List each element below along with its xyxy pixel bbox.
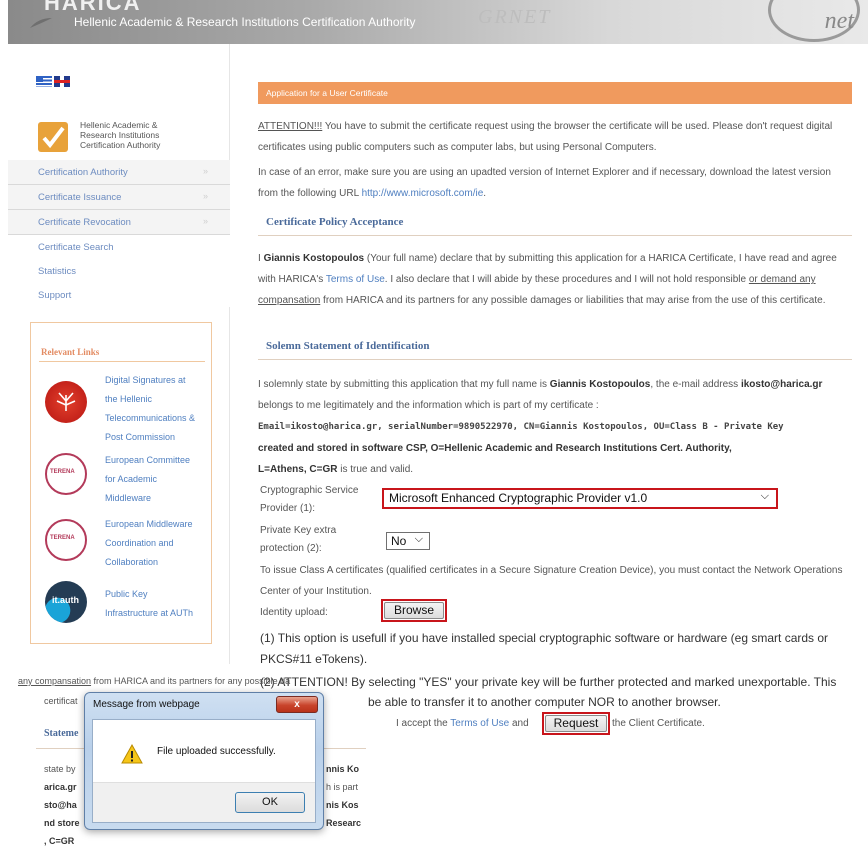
sidebar-item-certificate-search[interactable]: Certificate Search	[8, 235, 230, 259]
ghost-line-1: any compansation from HARICA and its par…	[18, 676, 291, 686]
chevron-right-icon: »	[202, 191, 208, 201]
ghost-text: state by	[44, 764, 76, 774]
chevron-down-icon: ⌵	[760, 490, 769, 502]
ghost-text: nis Kos	[326, 800, 359, 810]
dialog-footer: OK	[93, 782, 315, 822]
solemn-heading: Solemn Statement of Identification	[258, 338, 852, 360]
page: HARICA Hellenic Academic & Research Inst…	[0, 0, 868, 854]
private-key-label: Private Key extra protection (2):	[260, 525, 337, 554]
feather-icon	[30, 18, 52, 28]
accept-line-end: the Client Certificate.	[612, 718, 705, 729]
greek-flag-icon[interactable]	[36, 76, 52, 87]
csp-label: Cryptographic Service Provider (1):	[260, 485, 359, 514]
terena-logo-icon[interactable]: TERENA	[45, 519, 87, 561]
attention-paragraph: ATTENTION!!! You have to submit the cert…	[258, 121, 833, 153]
ghost-text: sto@ha	[44, 800, 77, 810]
ghost-text: , C=GR	[44, 836, 75, 846]
terena-logo-icon[interactable]: TERENA	[45, 453, 87, 495]
uk-flag-icon[interactable]	[54, 76, 70, 87]
divider	[39, 361, 205, 362]
site-header: HARICA Hellenic Academic & Research Inst…	[8, 0, 868, 44]
dialog-body: File uploaded successfully. OK	[92, 719, 316, 823]
warning-icon	[121, 744, 143, 764]
application-header: Application for a User Certificate	[258, 82, 852, 104]
accept-line: I accept the Terms of Use and	[396, 718, 529, 729]
class-a-paragraph: To issue Class A certificates (qualified…	[260, 565, 843, 597]
policy-heading: Certificate Policy Acceptance	[258, 214, 852, 236]
note-1: (1) This option is usefull if you have i…	[260, 631, 829, 666]
header-title: Hellenic Academic & Research Institution…	[74, 15, 416, 29]
harica-checkmark-logo	[38, 122, 68, 152]
header-watermark: GRNET	[478, 6, 552, 28]
solemn-paragraph: I solemnly state by submitting this appl…	[258, 379, 823, 475]
harica-logo-text: HARICA	[44, 0, 142, 15]
it-auth-logo-icon[interactable]: it.auth	[45, 581, 87, 623]
ghost-text: h is part	[326, 782, 359, 792]
browse-button[interactable]: Browse	[384, 602, 444, 619]
chevron-down-icon: ⌵	[414, 533, 423, 545]
org-name: Hellenic Academic & Research Institution…	[80, 120, 161, 150]
private-key-select[interactable]: No ⌵	[386, 532, 430, 550]
sidebar-nav: Certification Authority» Certificate Iss…	[8, 160, 230, 307]
close-button[interactable]: x	[276, 696, 318, 713]
message-dialog: Message from webpage x File uploaded suc…	[84, 692, 324, 830]
error-paragraph: In case of an error, make sure you are u…	[258, 167, 831, 199]
csp-select[interactable]: Microsoft Enhanced Cryptographic Provide…	[385, 490, 775, 507]
identity-upload-label: Identity upload:	[260, 607, 328, 618]
ok-button[interactable]: OK	[235, 792, 305, 813]
microsoft-ie-link[interactable]: http://www.microsoft.com/ie	[362, 188, 484, 199]
sidebar-item-certificate-issuance[interactable]: Certificate Issuance»	[8, 185, 230, 210]
grnet-logo-text: net	[824, 8, 854, 34]
ghost-line-2: certificat	[44, 696, 78, 706]
request-button[interactable]: Request	[545, 715, 607, 732]
dialog-message: File uploaded successfully.	[157, 746, 276, 757]
link-public-key-infrastructure[interactable]: Public Key Infrastructure at AUTh	[105, 585, 209, 623]
sidebar-item-certification-authority[interactable]: Certification Authority»	[8, 160, 230, 185]
relevant-links-box: Relevant Links Digital Signatures at the …	[30, 322, 212, 644]
policy-paragraph: I Giannis Kostopoulos (Your full name) d…	[258, 253, 837, 306]
ghost-heading: Stateme	[44, 728, 79, 739]
sidebar-item-certificate-revocation[interactable]: Certificate Revocation»	[8, 210, 230, 235]
dialog-title: Message from webpage	[93, 699, 200, 710]
left-sidebar: Hellenic Academic & Research Institution…	[8, 44, 230, 664]
ghost-text: Researc	[326, 818, 362, 828]
sidebar-item-statistics[interactable]: Statistics	[8, 259, 230, 283]
ghost-text: nnis Ko	[326, 764, 359, 774]
note-2-cont: be able to transfer it to another comput…	[368, 695, 721, 709]
chevron-right-icon: »	[202, 166, 208, 176]
link-european-middleware[interactable]: European Middleware Coordination and Colla…	[105, 515, 209, 572]
terms-of-use-link[interactable]: Terms of Use	[326, 274, 385, 285]
terms-of-use-link[interactable]: Terms of Use	[450, 718, 509, 729]
chevron-right-icon: »	[202, 216, 208, 226]
ghost-text: nd store	[44, 818, 80, 828]
ghost-text: arica.gr	[44, 782, 77, 792]
eett-logo-icon[interactable]	[45, 381, 87, 423]
sidebar-item-support[interactable]: Support	[8, 283, 230, 307]
link-digital-signatures[interactable]: Digital Signatures at the Hellenic Teleco…	[105, 371, 209, 447]
link-european-committee[interactable]: European Committee for Academic Middleware	[105, 451, 209, 508]
relevant-links-title: Relevant Links	[41, 347, 100, 357]
